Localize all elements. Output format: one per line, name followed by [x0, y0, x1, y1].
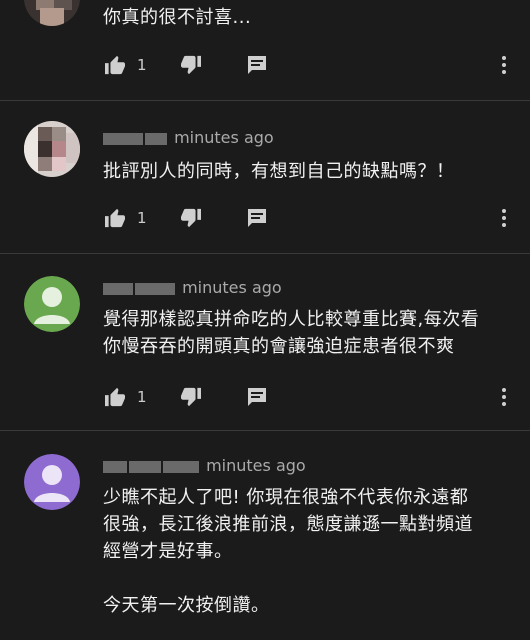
- thumb-up-icon[interactable]: [103, 53, 127, 77]
- comment-divider: [0, 100, 530, 101]
- comment-actions: 1: [103, 385, 269, 409]
- reply-comment-icon[interactable]: [245, 53, 269, 77]
- comment-divider: [0, 253, 530, 254]
- thumb-down-icon[interactable]: [179, 206, 203, 230]
- like-count: 1: [137, 56, 147, 74]
- more-vert-icon[interactable]: [496, 385, 512, 409]
- default-avatar-icon[interactable]: [24, 276, 80, 332]
- comment-meta: minutes ago: [103, 278, 282, 297]
- more-vert-icon[interactable]: [496, 53, 512, 77]
- comment-text: 少瞧不起人了吧! 你現在很強不代表你永遠都 很強，長江後浪推前浪，態度謙遜一點對…: [103, 487, 473, 616]
- thumb-up-icon[interactable]: [103, 385, 127, 409]
- comment-divider: [0, 430, 530, 431]
- reply-comment-icon[interactable]: [245, 385, 269, 409]
- comment-actions: 1: [103, 206, 269, 230]
- comment-time: minutes ago: [206, 456, 306, 475]
- comment-text: 覺得那樣認真拼命吃的人比較尊重比賽,每次看 你慢吞吞的開頭真的會讓強迫症患者很不…: [103, 309, 480, 357]
- comment-actions: 1: [103, 53, 269, 77]
- user-avatar[interactable]: [24, 0, 80, 26]
- more-vert-icon[interactable]: [496, 206, 512, 230]
- comment-text: 批評別人的同時，有想到自己的缺點嗎？！: [103, 161, 455, 182]
- user-avatar[interactable]: [24, 121, 80, 177]
- thumb-up-icon[interactable]: [103, 206, 127, 230]
- comment-meta: minutes ago: [103, 456, 306, 475]
- comment-text: 你真的很不討喜...: [103, 7, 252, 28]
- like-count: 1: [137, 388, 147, 406]
- author-name[interactable]: [103, 282, 133, 295]
- thumb-down-icon[interactable]: [179, 385, 203, 409]
- comment-meta: minutes ago: [103, 128, 274, 147]
- author-name[interactable]: [103, 460, 127, 473]
- author-name[interactable]: [103, 132, 143, 145]
- reply-comment-icon[interactable]: [245, 206, 269, 230]
- thumb-down-icon[interactable]: [179, 53, 203, 77]
- default-avatar-icon[interactable]: [24, 454, 80, 510]
- like-count: 1: [137, 209, 147, 227]
- comment-time: minutes ago: [182, 278, 282, 297]
- comment-time: minutes ago: [174, 128, 274, 147]
